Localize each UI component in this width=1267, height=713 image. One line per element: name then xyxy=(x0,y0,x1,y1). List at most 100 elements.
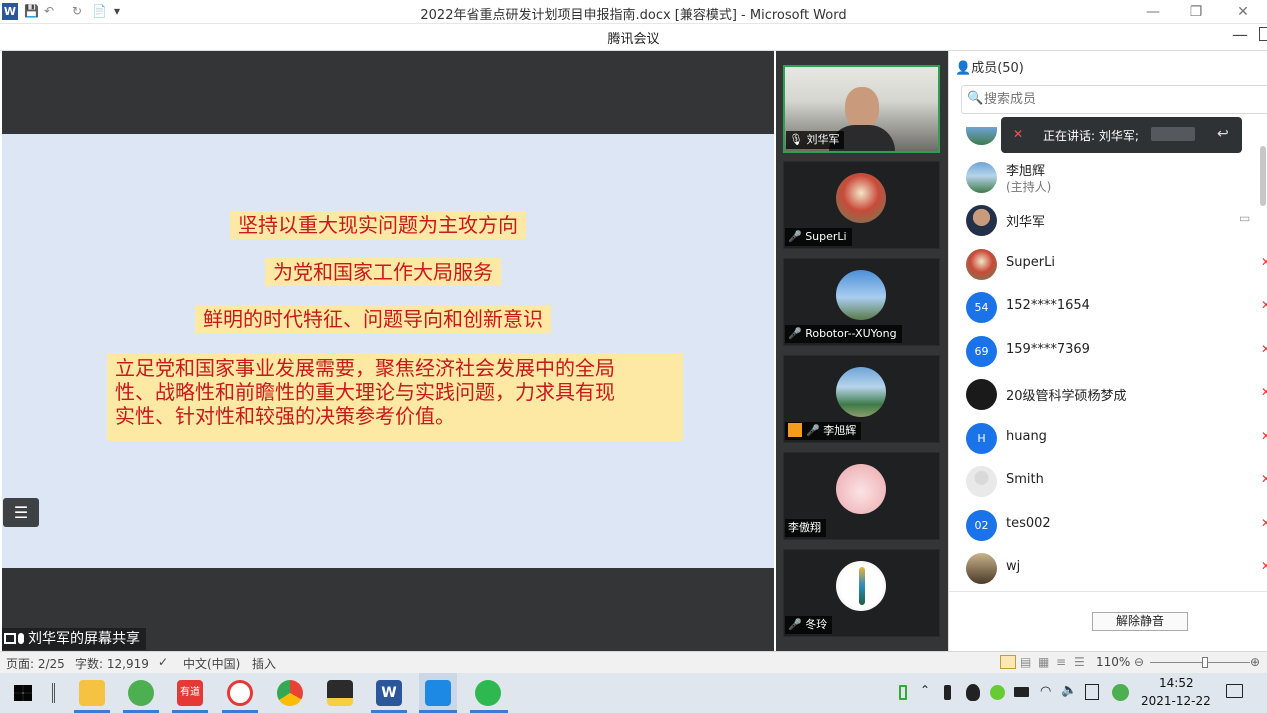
share-screen-icon xyxy=(4,633,16,644)
battery-icon[interactable] xyxy=(899,685,907,700)
tile-name: 🎤 李旭辉 xyxy=(785,422,862,440)
wifi-icon[interactable]: ◠ xyxy=(1040,684,1051,699)
zoom-slider[interactable] xyxy=(1150,657,1250,668)
wps-sync-icon[interactable] xyxy=(1112,684,1129,701)
muted-mic-icon[interactable]: ✕ xyxy=(1261,385,1267,399)
member-row[interactable]: 李旭辉 (主持人) xyxy=(949,156,1267,199)
tile-name-text: Robotor--XUYong xyxy=(805,327,897,340)
print-layout-icon[interactable] xyxy=(1000,655,1016,669)
member-row[interactable]: 69 159****7369 ✕ xyxy=(949,330,1267,373)
member-row[interactable]: 02 tes002 ✕ xyxy=(949,504,1267,547)
show-hidden-icons[interactable]: ⌃ xyxy=(920,683,930,697)
muted-mic-icon[interactable]: ✕ xyxy=(1261,429,1267,443)
avatar xyxy=(966,249,997,280)
zoom-level[interactable]: 110% xyxy=(1096,655,1130,669)
muted-mic-icon[interactable]: ✕ xyxy=(1261,342,1267,356)
input-method-icon[interactable] xyxy=(1085,684,1099,700)
muted-mic-icon[interactable]: ✕ xyxy=(1261,559,1267,573)
wps-icon[interactable] xyxy=(227,680,253,706)
member-row[interactable]: 54 152****1654 ✕ xyxy=(949,286,1267,329)
usb-icon[interactable] xyxy=(944,685,951,700)
member-row[interactable]: 刘华军 ▭ xyxy=(949,199,1267,242)
video-tile-superli[interactable]: 🎤 SuperLi xyxy=(783,161,940,249)
reading-view-icon[interactable]: ▤ xyxy=(1020,655,1031,669)
word-count[interactable]: 字数: 12,919 xyxy=(75,655,149,672)
member-row[interactable]: wj ✕ xyxy=(949,547,1267,590)
tile-name-text: 冬玲 xyxy=(805,618,828,631)
muted-mic-icon[interactable]: ✕ xyxy=(1261,472,1267,486)
zoom-slider-thumb[interactable] xyxy=(1202,657,1208,668)
tencent-meeting-icon[interactable] xyxy=(425,680,451,706)
outline-view-icon[interactable]: ≡ xyxy=(1056,655,1066,669)
clock-time[interactable]: 14:52 xyxy=(1159,676,1194,690)
web-layout-icon[interactable]: ▦ xyxy=(1038,655,1049,669)
slide-line-2: 为党和国家工作大局服务 xyxy=(265,258,501,286)
draft-view-icon[interactable]: ☰ xyxy=(1074,655,1085,669)
tile-name: 🎙 刘华军 xyxy=(786,131,845,149)
member-name: 李旭辉 xyxy=(1006,164,1046,179)
youdao-dictionary-icon[interactable]: 有道 xyxy=(177,680,203,706)
sticky-notes-icon[interactable] xyxy=(327,680,353,706)
word-taskbar-icon[interactable]: W xyxy=(376,680,402,706)
reply-icon[interactable]: ↩ xyxy=(1217,126,1229,142)
member-row[interactable]: Smith ✕ xyxy=(949,460,1267,503)
member-row[interactable]: SuperLi ✕ xyxy=(949,243,1267,286)
zoom-in-icon[interactable]: ⊕ xyxy=(1250,655,1260,669)
tile-name-text: 刘华军 xyxy=(806,133,840,146)
windows-start-icon[interactable] xyxy=(14,685,32,701)
video-tile-robotor[interactable]: 🎤 Robotor--XUYong xyxy=(783,258,940,346)
member-panel: 👤成员(50) 🔍 李旭辉 (主持人) 刘华军 ▭ SuperLi ✕ 54 1… xyxy=(948,51,1267,651)
avatar xyxy=(836,367,886,417)
mic-icon: 🎙 xyxy=(789,133,803,146)
minimize-button[interactable]: — xyxy=(1133,2,1173,22)
muted-mic-icon[interactable]: ✕ xyxy=(1261,255,1267,269)
member-row[interactable]: H huang ✕ xyxy=(949,417,1267,460)
tray-app-icon[interactable] xyxy=(990,685,1005,700)
scrollbar[interactable] xyxy=(1260,146,1266,206)
unmute-all-button[interactable]: 解除静音 xyxy=(1092,612,1188,631)
meeting-title-bar: 腾讯会议 — xyxy=(0,24,1267,51)
volume-icon[interactable]: 🔈 xyxy=(1061,683,1077,698)
meeting-maximize-button[interactable] xyxy=(1259,27,1267,41)
avatar-logo xyxy=(859,567,865,605)
meeting-minimize-button[interactable]: — xyxy=(1232,25,1248,44)
member-name: tes002 xyxy=(1006,516,1051,531)
avatar xyxy=(966,553,997,584)
word-title-bar: W 💾 ↶ ↻ 📄 ▾ 2022年省重点研发计划项目申报指南.docx [兼容模… xyxy=(0,0,1267,24)
wechat-icon[interactable] xyxy=(475,680,501,706)
avatar: 02 xyxy=(966,510,997,541)
partial-avatar xyxy=(966,127,997,145)
word-status-bar: 页面: 2/25 字数: 12,919 ✓ 中文(中国) 插入 ▤ ▦ ≡ ☰ … xyxy=(0,651,1267,673)
notification-icon[interactable] xyxy=(1226,684,1243,698)
member-row[interactable]: 20级管科学硕杨梦成 ✕ xyxy=(949,373,1267,416)
chrome-icon[interactable] xyxy=(277,680,303,706)
video-tile-dongling[interactable]: 🎤 冬玲 xyxy=(783,549,940,637)
qq-icon[interactable] xyxy=(966,684,980,701)
file-explorer-icon[interactable] xyxy=(79,680,105,706)
language-indicator[interactable]: 中文(中国) xyxy=(183,655,240,672)
member-search[interactable]: 🔍 xyxy=(961,85,1267,114)
taskbar: 有道 W ⌃ ◠ 🔈 14:52 2021-12-22 xyxy=(0,673,1267,713)
member-search-input[interactable] xyxy=(984,89,1264,109)
outline-button[interactable]: ☰ xyxy=(3,498,39,527)
ie-browser-icon[interactable] xyxy=(128,680,154,706)
shared-screen: 坚持以重大现实问题为主攻方向 为党和国家工作大局服务 鲜明的时代特征、问题导向和… xyxy=(2,51,774,651)
proofing-icon[interactable]: ✓ xyxy=(158,655,168,669)
clock-date[interactable]: 2021-12-22 xyxy=(1141,694,1211,708)
member-name: 刘华军 xyxy=(1006,215,1046,230)
muted-mic-icon[interactable]: ✕ xyxy=(1261,298,1267,312)
insert-mode[interactable]: 插入 xyxy=(252,655,276,672)
muted-mic-icon[interactable]: ✕ xyxy=(1261,516,1267,530)
video-tile-liuhuajun[interactable]: 🎙 刘华军 xyxy=(783,65,940,153)
restore-button[interactable]: ❐ xyxy=(1176,2,1216,22)
speaking-indicator: ✕ 正在讲话: 刘华军; ↩ xyxy=(1001,117,1242,153)
tile-name-text: 李傲翔 xyxy=(788,521,821,534)
close-button[interactable]: ✕ xyxy=(1223,2,1263,22)
video-tile-liaoxiang[interactable]: 李傲翔 xyxy=(783,452,940,540)
zoom-out-icon[interactable]: ⊖ xyxy=(1134,655,1144,669)
video-tile-lixuhui[interactable]: 🎤 李旭辉 xyxy=(783,355,940,443)
avatar xyxy=(966,162,997,193)
task-view-icon[interactable] xyxy=(52,683,55,703)
tray-device-icon[interactable] xyxy=(1014,687,1029,697)
page-indicator[interactable]: 页面: 2/25 xyxy=(6,655,65,672)
